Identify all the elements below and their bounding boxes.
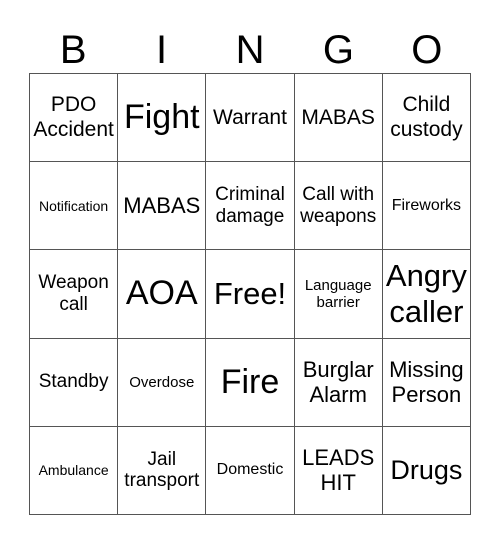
bingo-cell[interactable]: Criminal damage bbox=[206, 162, 295, 251]
header-letter-i: I bbox=[156, 28, 168, 72]
header-letter-g: G bbox=[322, 28, 354, 72]
bingo-cell[interactable]: AOA bbox=[118, 250, 207, 339]
bingo-cell[interactable]: Angry caller bbox=[382, 250, 471, 339]
bingo-cell[interactable]: Burglar Alarm bbox=[294, 338, 383, 427]
bingo-cell[interactable]: Overdose bbox=[118, 338, 207, 427]
header-letter-n: N bbox=[235, 28, 265, 72]
bingo-cell[interactable]: Drugs bbox=[382, 426, 471, 515]
bingo-cell[interactable]: Warrant bbox=[206, 74, 295, 163]
bingo-cell[interactable]: Language barrier bbox=[294, 250, 383, 339]
header-letter-b: B bbox=[59, 28, 87, 72]
header-letter-o: O bbox=[411, 28, 443, 72]
bingo-cell[interactable]: Notification bbox=[30, 162, 119, 251]
free-space[interactable]: Free! bbox=[206, 250, 295, 339]
bingo-cell[interactable]: Standby bbox=[30, 338, 119, 427]
bingo-card: PDO Accident Fight Warrant MABAS Child c… bbox=[29, 73, 471, 515]
bingo-cell[interactable]: MABAS bbox=[118, 162, 207, 251]
bingo-cell[interactable]: PDO Accident bbox=[30, 74, 119, 163]
bingo-cell[interactable]: Fight bbox=[118, 74, 207, 163]
bingo-cell[interactable]: Ambulance bbox=[30, 426, 119, 515]
bingo-cell[interactable]: Domestic bbox=[206, 426, 295, 515]
bingo-cell[interactable]: Fireworks bbox=[382, 162, 471, 251]
bingo-cell[interactable]: Weapon call bbox=[30, 250, 119, 339]
bingo-cell[interactable]: LEADS HIT bbox=[294, 426, 383, 515]
bingo-cell[interactable]: Call with weapons bbox=[294, 162, 383, 251]
bingo-cell[interactable]: Jail transport bbox=[118, 426, 207, 515]
bingo-header: B I N G O bbox=[29, 28, 471, 72]
bingo-cell[interactable]: Missing Person bbox=[382, 338, 471, 427]
bingo-cell[interactable]: Fire bbox=[206, 338, 295, 427]
bingo-cell[interactable]: MABAS bbox=[294, 74, 383, 163]
bingo-cell[interactable]: Child custody bbox=[382, 74, 471, 163]
